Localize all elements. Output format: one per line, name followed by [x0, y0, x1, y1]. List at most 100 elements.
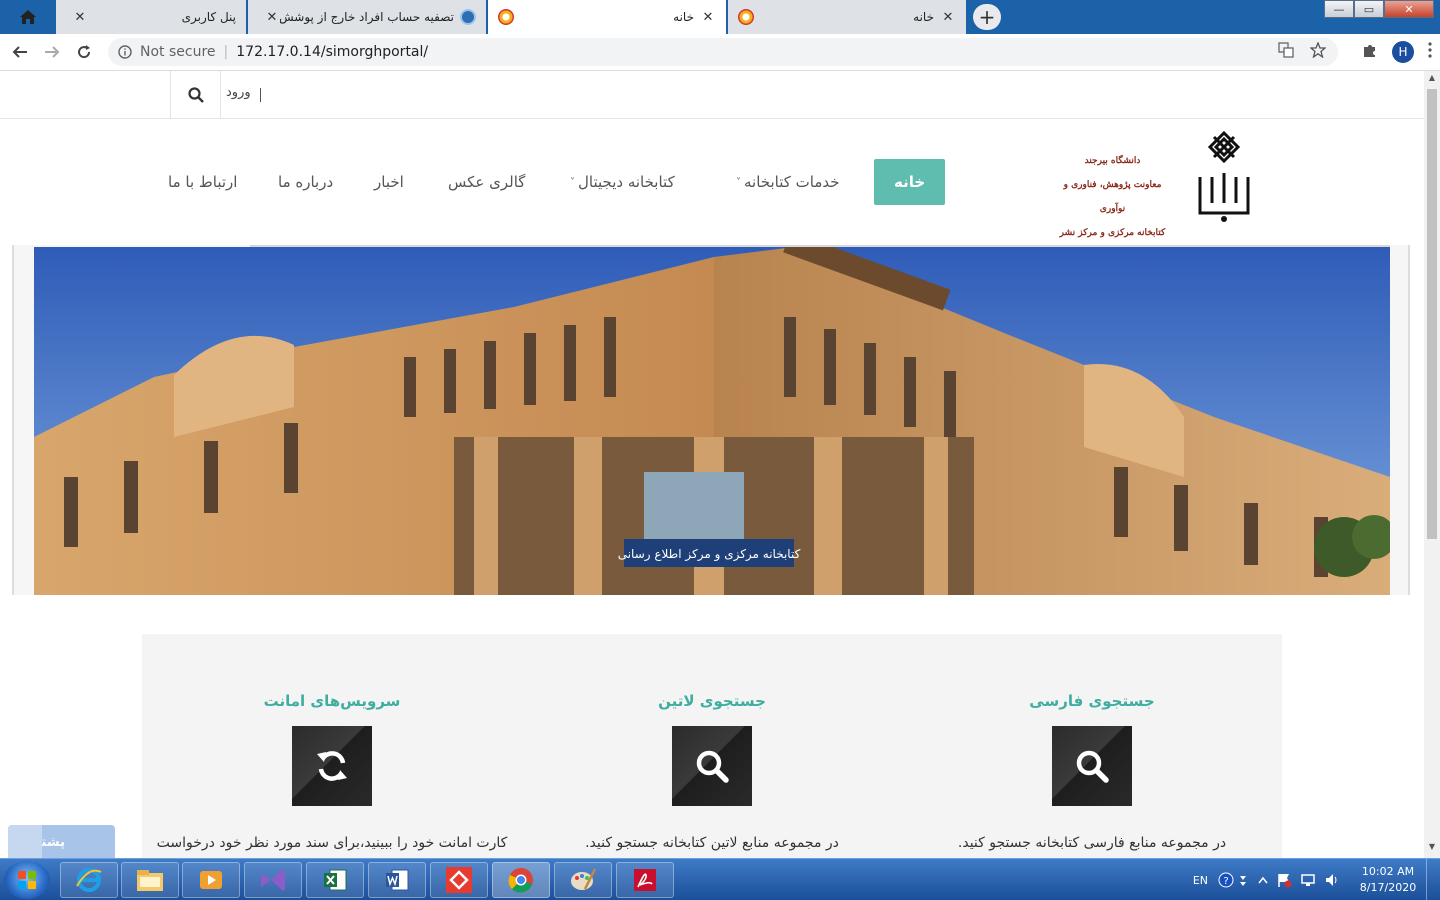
chevron-down-icon: ˅	[736, 176, 741, 188]
tab-settlement[interactable]: ✕ تصفیه حساب افراد خارج از پوشش - سامانه	[248, 0, 486, 34]
translate-icon[interactable]	[1278, 42, 1294, 62]
reload-button[interactable]	[68, 36, 100, 68]
back-button[interactable]	[4, 36, 36, 68]
menu-item-photo-gallery[interactable]: گالری عکس	[448, 159, 525, 205]
service-icon-box[interactable]	[672, 726, 752, 806]
service-description: در مجموعه منابع لاتین کتابخانه جستجو کنی…	[585, 835, 839, 851]
portal-favicon-icon	[738, 9, 754, 25]
menu-item-home[interactable]: خانه	[874, 159, 946, 205]
top-bar: ورود	[0, 71, 1424, 119]
menu-item-label: خدمات کتابخانه	[744, 173, 840, 191]
help-icon[interactable]: ?	[1218, 872, 1234, 888]
service-icon-box[interactable]	[1052, 726, 1132, 806]
tab-title: تصفیه حساب افراد خارج از پوشش - سامانه	[280, 10, 454, 24]
kebab-menu-icon[interactable]	[1428, 42, 1432, 62]
volume-icon[interactable]	[1324, 872, 1340, 888]
menu-item-label: درباره ما	[278, 173, 334, 191]
service-card-latin-search[interactable]: جستجوی لاتین در مجموعه منابع لاتین کتابخ…	[522, 634, 902, 858]
tab-title: خانه	[673, 10, 694, 24]
site-header: خانه خدمات کتابخانه ˅ کتابخانه دیجیتال ˅…	[0, 119, 1424, 245]
menu-item-label: کتابخانه دیجیتال	[578, 173, 675, 191]
search-icon	[187, 87, 204, 103]
site-favicon-icon	[460, 9, 476, 25]
taskbar-word[interactable]	[368, 862, 426, 898]
security-label: Not secure	[140, 44, 216, 60]
menu-item-about[interactable]: درباره ما	[278, 159, 333, 205]
home-icon	[20, 10, 36, 24]
taskbar-anydesk[interactable]	[430, 862, 488, 898]
tab-close-icon[interactable]: ✕	[72, 10, 88, 25]
taskbar-media-player[interactable]	[182, 862, 240, 898]
language-indicator[interactable]: EN	[1193, 874, 1208, 887]
scroll-down-arrow-icon[interactable]: ▼	[1424, 842, 1440, 856]
chevron-down-icon: ˅	[570, 176, 575, 188]
service-card-loan[interactable]: سرویس‌های امانت کارت امانت خود را ببینید…	[142, 634, 522, 858]
tab-home-active[interactable]: خانه ✕	[488, 0, 726, 34]
tab-close-icon[interactable]: ✕	[264, 10, 280, 25]
tab-user-panel[interactable]: ✕ پنل کاربری	[56, 0, 246, 34]
svg-text:?: ?	[1223, 876, 1228, 887]
home-button[interactable]	[0, 0, 56, 34]
logo-line: دانشگاه بیرجند	[1084, 156, 1141, 166]
taskbar-visual-studio[interactable]	[244, 862, 302, 898]
omnibox-separator: |	[223, 44, 229, 60]
profile-avatar[interactable]: H	[1392, 41, 1414, 63]
library-building-image: کتابخانه مرکزی و مرکز اطلاع رسانی	[34, 247, 1390, 595]
service-description: کارت امانت خود را ببینید،برای سند مورد ن…	[156, 835, 508, 851]
menu-item-label: گالری عکس	[448, 173, 526, 191]
tab-title: خانه	[913, 10, 934, 24]
windows-logo-icon	[18, 871, 36, 889]
university-logo-mark[interactable]	[1194, 129, 1254, 225]
scrollbar-thumb[interactable]	[1427, 89, 1437, 539]
new-tab-button[interactable]: +	[973, 4, 1001, 30]
service-title: سرویس‌های امانت	[263, 692, 401, 710]
tab-home[interactable]: خانه ✕	[728, 0, 966, 34]
scroll-up-arrow-icon[interactable]: ▲	[1424, 73, 1440, 87]
login-link[interactable]: ورود	[226, 85, 251, 100]
taskbar-excel[interactable]	[306, 862, 364, 898]
minimize-button[interactable]: —	[1324, 0, 1354, 18]
taskbar-file-explorer[interactable]	[121, 862, 179, 898]
service-card-persian-search[interactable]: جستجوی فارسی در مجموعه منابع فارسی کتابخ…	[902, 634, 1282, 858]
visual-studio-icon	[261, 869, 285, 891]
browser-tab-strip: ✕ پنل کاربری ✕ تصفیه حساب افراد خارج از …	[0, 0, 1440, 34]
taskbar-acrobat[interactable]	[616, 862, 674, 898]
show-hidden-icons-icon[interactable]	[1258, 875, 1268, 885]
search-icon	[696, 750, 729, 783]
clock-date: 8/17/2020	[1359, 881, 1417, 894]
action-center-flag-icon[interactable]	[1276, 872, 1292, 888]
network-icon[interactable]	[1300, 872, 1316, 888]
address-bar[interactable]: Not secure | 172.17.0.14/simorghportal/	[108, 38, 1338, 66]
menu-item-library-services[interactable]: خدمات کتابخانه ˅	[736, 159, 840, 205]
taskbar-clock[interactable]: 10:02 AM 8/17/2020	[1350, 864, 1426, 896]
menu-item-digital-library[interactable]: کتابخانه دیجیتال ˅	[570, 159, 675, 205]
taskbar-chrome[interactable]	[492, 862, 550, 898]
service-icon-box[interactable]	[292, 726, 372, 806]
login-divider	[260, 88, 261, 102]
close-window-button[interactable]: ✕	[1384, 0, 1434, 18]
forward-button[interactable]	[36, 36, 68, 68]
start-button[interactable]	[4, 861, 50, 899]
chrome-icon	[508, 868, 533, 893]
tray-dropdown-icon[interactable]	[1238, 872, 1248, 888]
maximize-button[interactable]: ▭	[1354, 0, 1384, 18]
info-icon	[118, 45, 132, 59]
menu-item-news[interactable]: اخبار	[374, 159, 404, 205]
tab-close-icon[interactable]: ✕	[940, 10, 956, 25]
menu-item-contact[interactable]: ارتباط با ما	[168, 159, 237, 205]
url-text[interactable]: 172.17.0.14/simorghportal/	[236, 44, 428, 60]
web-page: ورود خانه خدمات کتابخانه ˅ کتابخانه دیجی…	[0, 71, 1424, 858]
show-desktop-button[interactable]	[1426, 859, 1440, 900]
reload-icon	[78, 45, 91, 59]
taskbar-paint[interactable]	[554, 862, 612, 898]
support-tab-accent	[8, 825, 42, 858]
bookmark-star-icon[interactable]	[1309, 41, 1327, 62]
hero-slider[interactable]: کتابخانه مرکزی و مرکز اطلاع رسانی	[12, 245, 1410, 595]
pdf-reader-icon	[634, 869, 656, 891]
tab-close-icon[interactable]: ✕	[700, 10, 716, 25]
top-search-button[interactable]	[170, 71, 221, 119]
taskbar-internet-explorer[interactable]	[60, 862, 118, 898]
page-scrollbar[interactable]: ▲ ▼	[1424, 71, 1440, 858]
support-chat-button[interactable]: پشتیبانی	[8, 825, 115, 858]
extensions-puzzle-icon[interactable]	[1362, 42, 1378, 62]
